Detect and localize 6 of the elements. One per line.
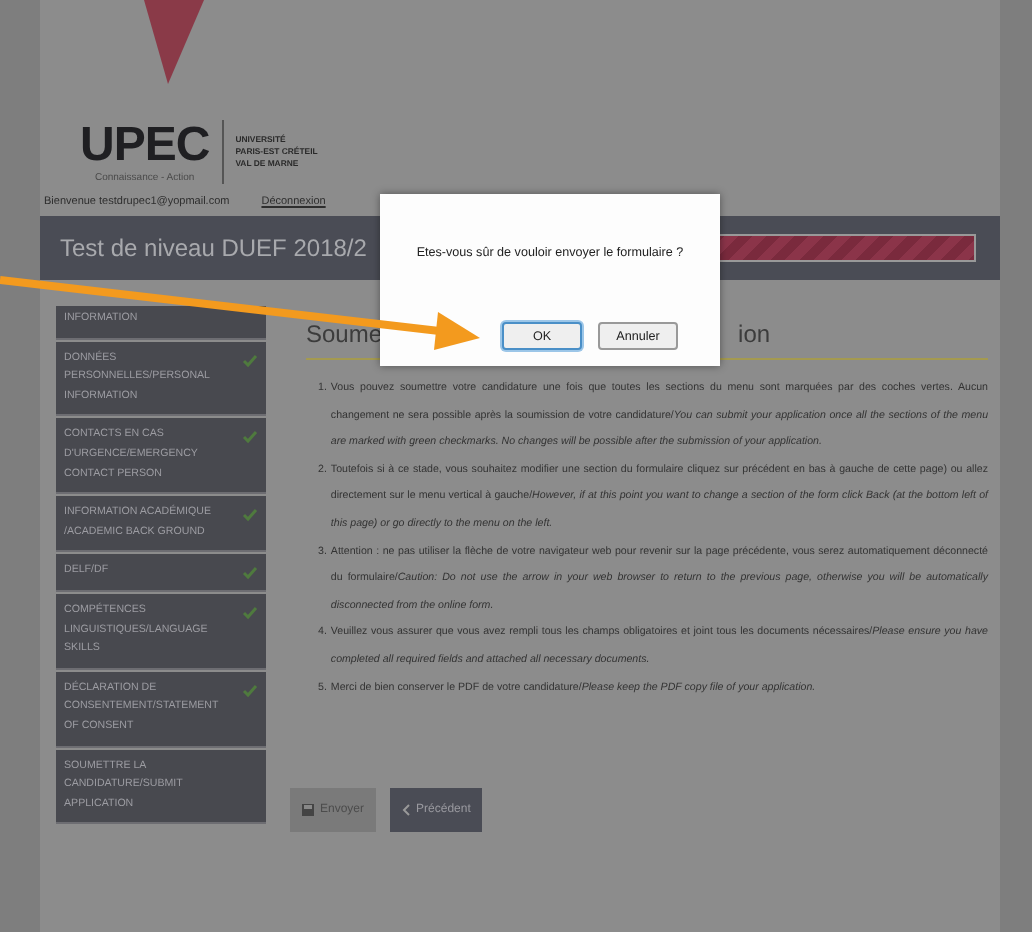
page-title: Test de niveau DUEF 2018/2 bbox=[60, 234, 367, 262]
section-heading: ion bbox=[738, 320, 771, 350]
save-icon bbox=[302, 804, 314, 817]
section-heading: Soume bbox=[306, 320, 383, 350]
chevron-left-icon bbox=[402, 804, 411, 817]
logo-wordmark: UPEC bbox=[80, 120, 210, 172]
